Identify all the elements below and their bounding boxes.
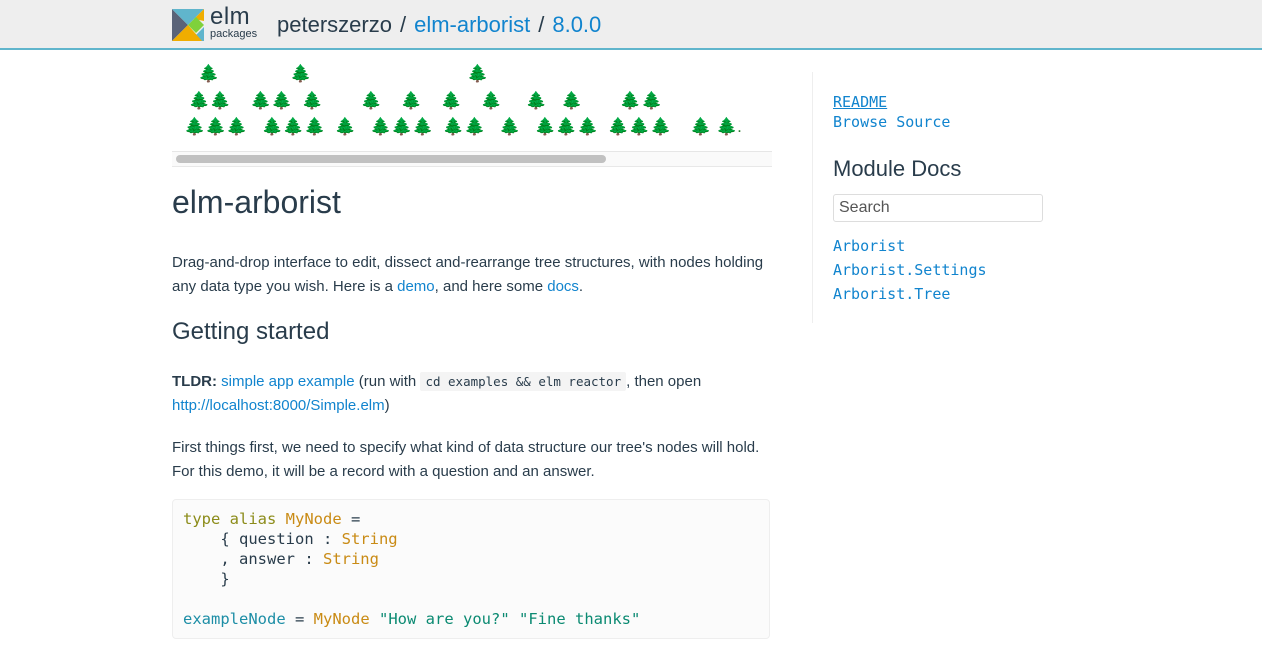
first-things-paragraph: First things first, we need to specify w… bbox=[172, 439, 760, 480]
intro-paragraph: Drag-and-drop interface to edit, dissect… bbox=[172, 251, 772, 299]
breadcrumb-version[interactable]: 8.0.0 bbox=[552, 12, 601, 37]
code-type: MyNode bbox=[313, 610, 370, 628]
readme-content: 🌲 🌲 🌲 🌲🌲 🌲🌲 🌲 🌲 🌲 🌲 🌲 🌲 🌲 🌲🌲 🌲🌲🌲 🌲🌲🌲 🌲 🌲… bbox=[172, 52, 772, 639]
demo-link[interactable]: demo bbox=[397, 278, 435, 295]
code-text: , answer : bbox=[183, 550, 323, 568]
scrollbar-thumb[interactable] bbox=[176, 155, 606, 163]
module-link-arborist-tree[interactable]: Arborist.Tree bbox=[833, 282, 1052, 306]
tree-row: 🌲🌲 🌲🌲 🌲 🌲 🌲 🌲 🌲 🌲 🌲 🌲🌲 bbox=[184, 91, 663, 110]
logo-elm-text: elm bbox=[210, 3, 251, 30]
elm-logo-icon[interactable] bbox=[172, 9, 204, 41]
localhost-link[interactable]: http://localhost:8000/Simple.elm bbox=[172, 397, 385, 414]
code-text: = bbox=[341, 510, 361, 528]
simple-app-example-link[interactable]: simple app example bbox=[221, 373, 354, 390]
module-search-input[interactable] bbox=[833, 194, 1043, 222]
breadcrumb: peterszerzo / elm-arborist / 8.0.0 bbox=[277, 11, 601, 39]
tldr-close-text: ) bbox=[384, 397, 390, 414]
code-string: "Fine thanks" bbox=[519, 610, 641, 628]
code-keyword: type alias bbox=[183, 510, 277, 528]
breadcrumb-separator: / bbox=[538, 12, 545, 37]
code-string: "How are you?" bbox=[379, 610, 510, 628]
code-type: String bbox=[341, 530, 398, 548]
module-link-arborist[interactable]: Arborist bbox=[833, 234, 1052, 258]
site-header: elm packages peterszerzo / elm-arborist / 8.… bbox=[0, 0, 1262, 50]
sidebar: README Browse Source Module Docs Arboris… bbox=[812, 72, 1052, 323]
code-text: = bbox=[285, 610, 314, 628]
code-content: type alias MyNode = { question : String … bbox=[173, 500, 769, 638]
code-text: { question : bbox=[183, 530, 342, 548]
breadcrumb-package[interactable]: elm-arborist bbox=[414, 12, 530, 37]
module-list: Arborist Arborist.Settings Arborist.Tree bbox=[833, 234, 1052, 306]
code-function: exampleNode bbox=[183, 610, 286, 628]
tldr-then-text: , then open bbox=[626, 373, 702, 390]
logo-packages-text: packages bbox=[210, 28, 258, 40]
readme-link[interactable]: README bbox=[833, 92, 1052, 112]
code-type: MyNode bbox=[285, 510, 342, 528]
tldr-run-text: (run with bbox=[354, 373, 421, 390]
tldr-label: TLDR: bbox=[172, 373, 217, 390]
intro-end-text: . bbox=[578, 278, 584, 295]
intro-mid-text: , and here some bbox=[434, 278, 548, 295]
tree-row: 🌲🌲🌲 🌲🌲🌲 🌲 🌲🌲🌲 🌲🌲 🌲 🌲🌲🌲 🌲🌲🌲 🌲 🌲. bbox=[184, 117, 742, 136]
module-docs-heading: Module Docs bbox=[833, 156, 962, 181]
inline-code: cd examples && elm reactor bbox=[420, 372, 627, 391]
docs-link[interactable]: docs bbox=[547, 278, 579, 295]
tree-banner[interactable]: 🌲 🌲 🌲 🌲🌲 🌲🌲 🌲 🌲 🌲 🌲 🌲 🌲 🌲 🌲🌲 🌲🌲🌲 🌲🌲🌲 🌲 🌲… bbox=[172, 52, 772, 167]
horizontal-scrollbar[interactable] bbox=[172, 151, 772, 166]
readme-title: elm-arborist bbox=[172, 184, 341, 220]
tree-row: 🌲 🌲 🌲 bbox=[184, 64, 489, 83]
breadcrumb-user[interactable]: peterszerzo bbox=[277, 12, 392, 37]
tldr-paragraph: TLDR: simple app example (run with cd ex… bbox=[172, 370, 772, 418]
code-text: } bbox=[183, 570, 230, 588]
code-block: type alias MyNode = { question : String … bbox=[172, 499, 770, 639]
getting-started-heading: Getting started bbox=[172, 318, 330, 345]
code-type: String bbox=[322, 550, 379, 568]
breadcrumb-separator: / bbox=[399, 12, 407, 37]
browse-source-link[interactable]: Browse Source bbox=[833, 112, 1052, 132]
module-link-arborist-settings[interactable]: Arborist.Settings bbox=[833, 258, 1052, 282]
logo-wordmark[interactable]: elm packages bbox=[210, 5, 257, 40]
